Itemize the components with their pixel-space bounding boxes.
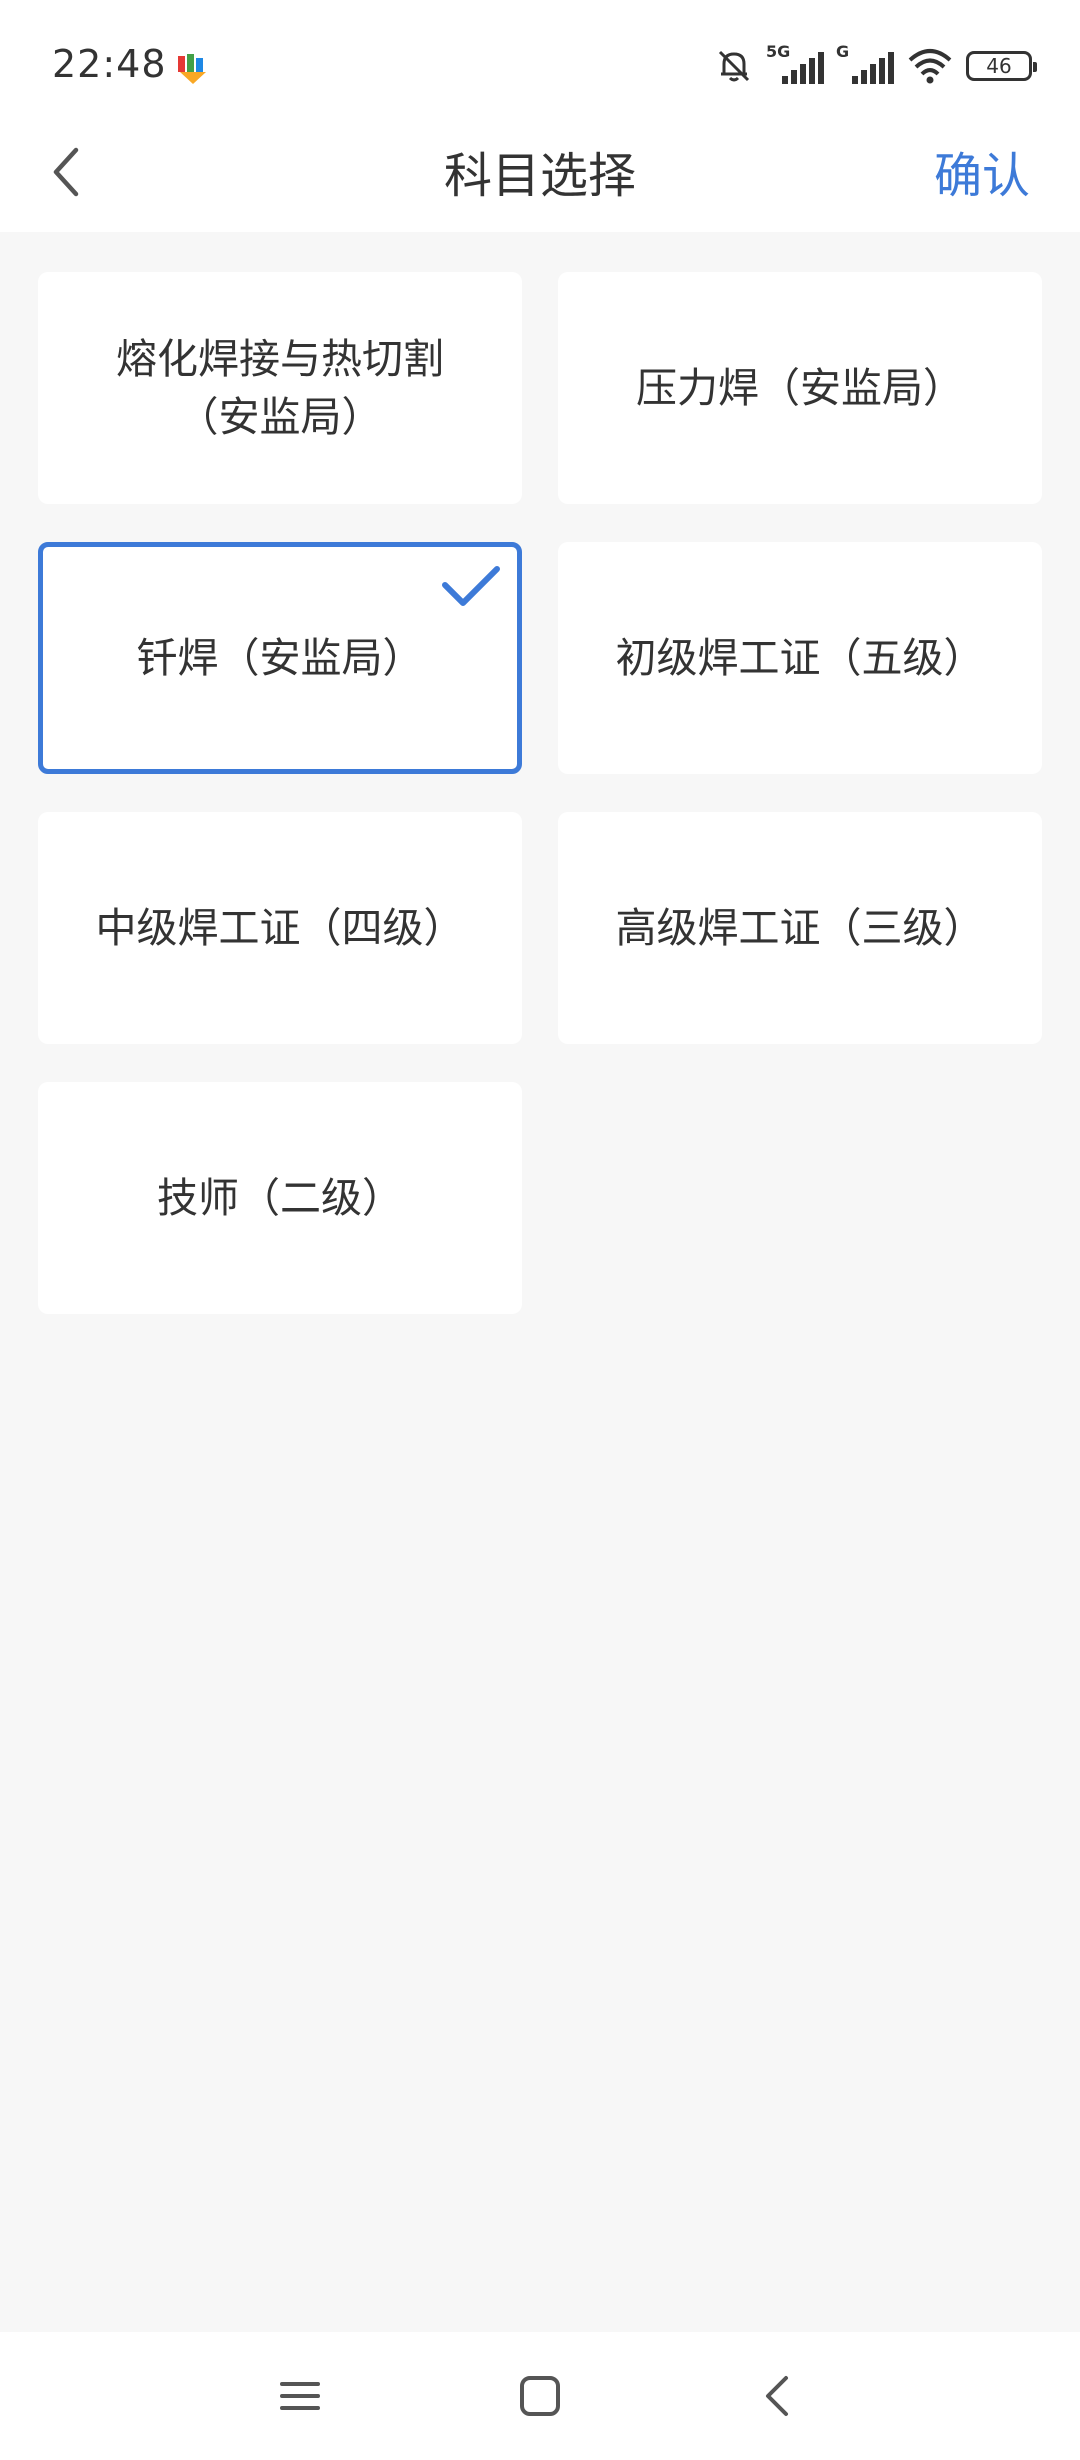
status-icons: 5G G 46 (714, 42, 1037, 88)
subject-label: 钎焊（安监局） (136, 634, 424, 682)
subject-label: 技师（二级） (157, 1174, 403, 1222)
mute-bell-icon (718, 50, 750, 82)
subject-grid: 熔化焊接与热切割 （安监局） 压力焊（安监局） 钎焊（安监局） 初级焊工证（五级… (38, 272, 1042, 1314)
subject-label: 初级焊工证（五级） (615, 634, 985, 682)
subject-card[interactable]: 钎焊（安监局） (38, 542, 522, 774)
nav-back-button[interactable] (738, 2360, 818, 2432)
signal-bars-icon (852, 52, 894, 84)
wifi-icon (908, 49, 952, 84)
subject-label: 中级焊工证（四级） (95, 904, 465, 952)
confirm-button[interactable]: 确认 (934, 136, 1030, 206)
subject-card[interactable]: 中级焊工证（四级） (38, 812, 522, 1044)
battery-level: 46 (986, 54, 1012, 78)
subject-label: 压力焊（安监局） (636, 364, 964, 412)
home-square-icon (520, 2376, 560, 2416)
signal-5g: 5G (766, 42, 824, 86)
nav-menu-button[interactable] (260, 2360, 340, 2432)
subject-card[interactable]: 技师（二级） (38, 1082, 522, 1314)
page-title: 科目选择 (443, 148, 636, 204)
subject-label: 熔化焊接与热切割 （安监局） (116, 335, 444, 441)
back-icon (766, 2376, 788, 2416)
subject-card[interactable]: 压力焊（安监局） (558, 272, 1042, 504)
battery-icon: 46 (966, 51, 1037, 81)
subject-card[interactable]: 初级焊工证（五级） (558, 542, 1042, 774)
signal-g: G (836, 42, 894, 86)
subject-card[interactable]: 熔化焊接与热切割 （安监局） (38, 272, 522, 504)
subject-label: 高级焊工证（三级） (615, 904, 985, 952)
checkmark-icon (442, 566, 500, 606)
system-nav-bar (0, 2332, 1080, 2460)
signal-bars-icon (782, 52, 824, 84)
menu-icon (280, 2382, 320, 2410)
status-time: 22:48 (52, 42, 167, 86)
app-notification-icon (178, 54, 206, 84)
nav-home-button[interactable] (500, 2360, 580, 2432)
subject-card[interactable]: 高级焊工证（三级） (558, 812, 1042, 1044)
header-bar: 科目选择 确认 (0, 110, 1080, 232)
